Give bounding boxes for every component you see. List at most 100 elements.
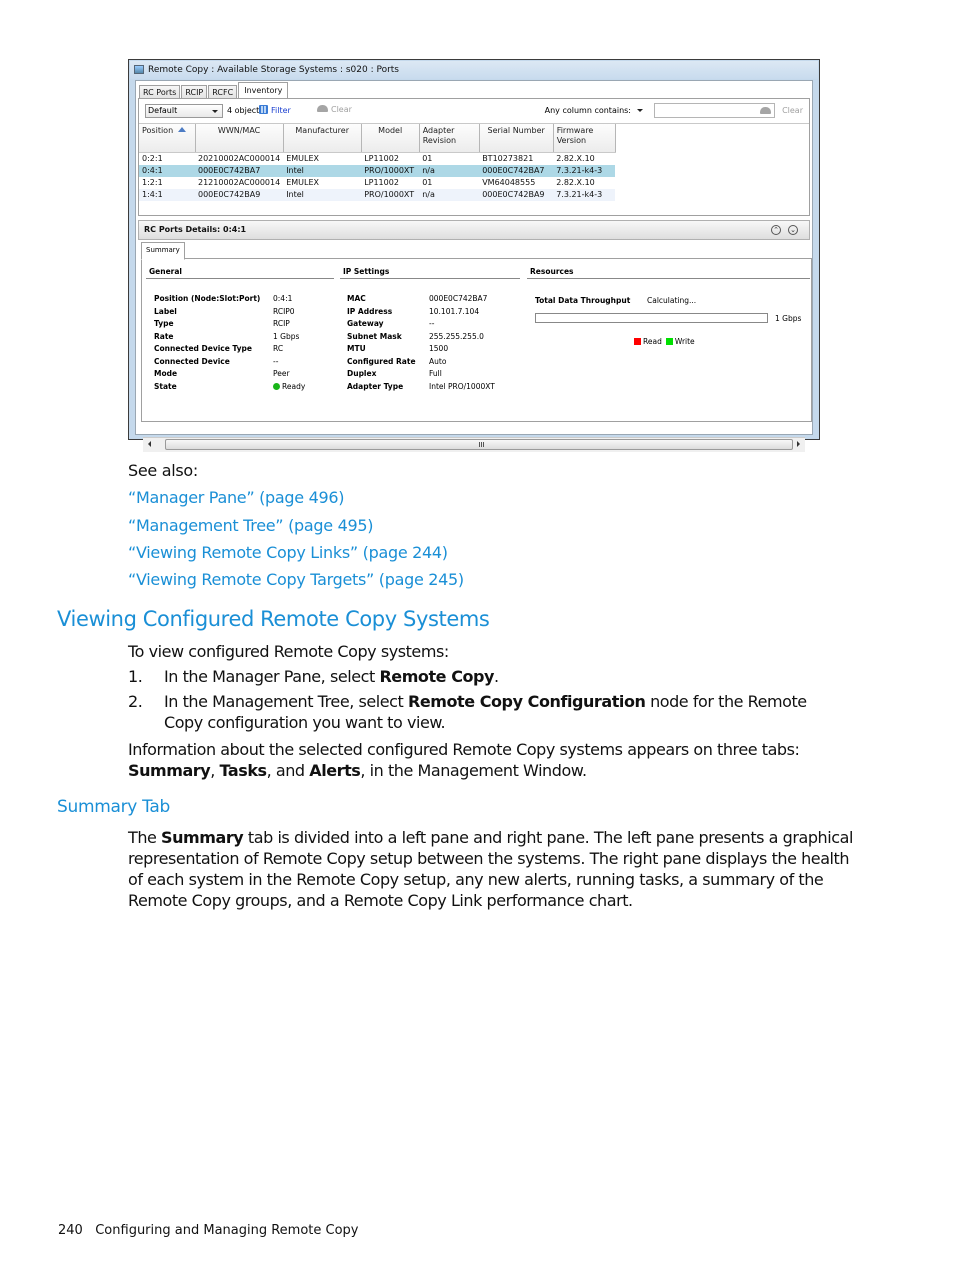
legend-read-swatch: [634, 338, 641, 345]
field-mac: MAC 000E0C742BA7: [347, 294, 488, 303]
cell-position: 1:4:1: [139, 189, 195, 201]
filter-icon: [259, 105, 268, 114]
horizontal-scrollbar[interactable]: [143, 437, 805, 452]
cell-position: 0:2:1: [142, 154, 163, 163]
search-input[interactable]: [654, 103, 775, 118]
cell-wwn: 21210002AC000014: [198, 178, 281, 187]
ip-settings-section-heading: IP Settings: [340, 267, 520, 279]
legend-write-label: Write: [674, 337, 695, 346]
see-also-label: See also:: [128, 461, 198, 480]
tab-summary[interactable]: Summary: [141, 242, 185, 260]
field-mode: Mode Peer: [154, 369, 290, 378]
clear-filter-button[interactable]: Clear: [317, 105, 352, 114]
status-ready-icon: [273, 382, 280, 390]
details-header: RC Ports Details: 0:4:1 ⌃ ⌄: [138, 220, 810, 240]
section-heading: Viewing Configured Remote Copy Systems: [57, 607, 490, 631]
scrollbar-thumb[interactable]: [165, 439, 793, 450]
legend-write-swatch: [665, 338, 673, 345]
table-header-row: Position WWN/MAC Manufacturer Model Adap…: [139, 124, 616, 153]
step-item: 1. In the Manager Pane, select Remote Cop…: [128, 667, 499, 686]
table-row[interactable]: 1:2:1 21210002AC000014 EMULEX LP11002 01…: [139, 177, 615, 189]
column-header-position[interactable]: Position: [139, 124, 196, 153]
filter-button[interactable]: Filter: [259, 105, 291, 115]
window-app-icon: [134, 65, 144, 74]
cell-position: 0:4:1: [139, 165, 195, 177]
step-number: 2.: [128, 692, 143, 711]
field-gateway: Gateway --: [347, 319, 435, 328]
clear-label: Clear: [331, 105, 352, 114]
intro-text: To view configured Remote Copy systems:: [128, 642, 449, 661]
details-title: RC Ports Details: 0:4:1: [144, 225, 247, 234]
column-header-manufacturer[interactable]: Manufacturer: [283, 124, 362, 153]
cell-model: LP11002: [364, 154, 399, 163]
cell-model: PRO/1000XT: [361, 189, 420, 201]
general-fields: Position (Node:Slot:Port) 0:4:1 Label RCIP…: [154, 293, 305, 393]
subsection-heading: Summary Tab: [57, 797, 171, 817]
chapter-title: Configuring and Managing Remote Copy: [95, 1223, 359, 1238]
search-clear-button[interactable]: Clear: [782, 106, 803, 115]
cell-manufacturer: Intel: [283, 165, 362, 177]
view-select[interactable]: Default: [145, 104, 223, 118]
throughput-max-label: 1 Gbps: [775, 314, 802, 323]
step-item: 2. In the Management Tree, select Remote …: [128, 692, 807, 732]
cell-serial: BT10273821: [482, 154, 534, 163]
cell-wwn: 000E0C742BA7: [195, 165, 284, 177]
field-connected-device: Connected Device --: [154, 356, 279, 366]
link-management-tree[interactable]: “Management Tree” (page 495): [128, 516, 373, 535]
cell-model: LP11002: [364, 178, 399, 187]
scroll-left-icon[interactable]: [148, 441, 151, 447]
expand-down-icon[interactable]: ⌄: [788, 225, 798, 235]
cell-firmware: 2.82.X.10: [556, 154, 595, 163]
column-header-serial-number[interactable]: Serial Number: [479, 124, 554, 153]
column-scope-dropdown[interactable]: Any column contains:: [545, 106, 643, 115]
throughput-value: Calculating...: [647, 296, 697, 305]
table-row[interactable]: 1:4:1 000E0C742BA9 Intel PRO/1000XT n/a …: [139, 189, 616, 201]
scroll-right-icon[interactable]: [797, 441, 800, 447]
column-scope-label: Any column contains:: [544, 106, 631, 115]
field-subnet-mask: Subnet Mask 255.255.255.0: [347, 331, 484, 341]
cell-serial: 000E0C742BA9: [479, 189, 554, 201]
tab-rc-ports[interactable]: RC Ports: [139, 85, 181, 99]
status-badge: Ready: [282, 381, 306, 391]
tab-rcip[interactable]: RCIP: [181, 85, 208, 99]
cell-revision: n/a: [419, 165, 480, 177]
tab-inventory[interactable]: Inventory: [238, 82, 289, 99]
steps-list: 1. In the Manager Pane, select Remote Cop…: [128, 666, 848, 733]
cell-firmware: 7.3.21-k4-3: [553, 189, 616, 201]
field-label: Label RCIP0: [154, 306, 295, 316]
field-connected-device-type: Connected Device Type RC: [154, 344, 284, 353]
cell-position: 1:2:1: [142, 178, 163, 187]
column-header-wwn-mac[interactable]: WWN/MAC: [195, 124, 284, 153]
table-row-selected[interactable]: 0:4:1 000E0C742BA7 Intel PRO/1000XT n/a …: [139, 165, 616, 177]
collapse-up-icon[interactable]: ⌃: [771, 225, 781, 235]
window-content: RC Ports RCIP RCFC Inventory Default 4 o…: [135, 80, 813, 452]
field-ip-address: IP Address 10.101.7.104: [347, 306, 480, 316]
cell-firmware: 7.3.21-k4-3: [553, 165, 616, 177]
details-summary-panel: General IP Settings Resources Position (…: [141, 258, 812, 422]
link-viewing-remote-copy-links[interactable]: “Viewing Remote Copy Links” (page 244): [128, 543, 448, 562]
step-number: 1.: [128, 667, 143, 686]
view-select-value: Default: [148, 106, 178, 115]
link-viewing-remote-copy-targets[interactable]: “Viewing Remote Copy Targets” (page 245): [128, 570, 464, 589]
throughput-label: Total Data Throughput: [535, 296, 631, 305]
page-number: 240: [58, 1223, 83, 1238]
ip-settings-fields: MAC 000E0C742BA7 IP Address 10.101.7.104 G…: [347, 293, 495, 393]
ports-window: Remote Copy : Available Storage Systems …: [128, 59, 820, 452]
field-configured-rate: Configured Rate Auto: [347, 356, 447, 366]
sort-ascending-icon: [178, 127, 187, 132]
filter-label: Filter: [271, 106, 291, 115]
port-tabs: RC Ports RCIP RCFC Inventory: [139, 82, 289, 99]
cell-manufacturer: Intel: [283, 189, 362, 201]
eraser-icon: [317, 105, 328, 112]
table-row[interactable]: 0:2:1 20210002AC000014 EMULEX LP11002 01…: [139, 153, 615, 166]
window-title-bar: Remote Copy : Available Storage Systems …: [130, 61, 818, 79]
link-manager-pane[interactable]: “Manager Pane” (page 496): [128, 488, 344, 507]
column-header-firmware-version[interactable]: Firmware Version: [553, 124, 616, 153]
cell-revision: 01: [422, 154, 433, 163]
window-title: Remote Copy : Available Storage Systems …: [148, 65, 399, 75]
column-header-adapter-revision[interactable]: Adapter Revision: [419, 124, 480, 153]
tab-rcfc[interactable]: RCFC: [208, 85, 238, 99]
throughput-legend: Read Write: [634, 337, 699, 346]
column-header-model[interactable]: Model: [361, 124, 420, 153]
cell-manufacturer: EMULEX: [286, 154, 319, 163]
